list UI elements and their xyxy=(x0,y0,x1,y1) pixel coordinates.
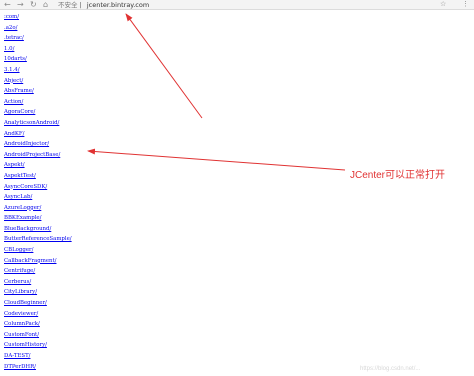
arrow-to-listing xyxy=(87,148,346,171)
annotation-arrows xyxy=(87,13,346,171)
watermark-text: https://blog.csdn.net/... xyxy=(360,366,421,372)
arrow-to-address-bar xyxy=(125,13,203,119)
annotation-label: JCenter可以正常打开 xyxy=(350,170,446,181)
